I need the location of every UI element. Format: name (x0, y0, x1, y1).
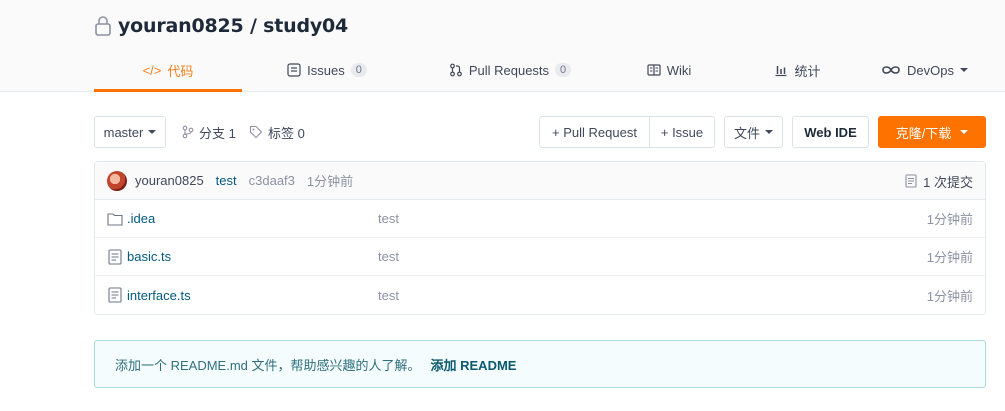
tab-label: 统计 (794, 63, 821, 79)
commits-icon (905, 174, 917, 188)
branches-label: 分支 1 (199, 125, 236, 141)
tags-link[interactable]: 标签 0 (249, 116, 305, 148)
tab-pull-requests[interactable]: Pull Requests 0 (412, 50, 608, 90)
file-commit-message[interactable]: test (378, 211, 399, 226)
branch-name: master (103, 124, 144, 140)
tab-label: DevOps (907, 62, 954, 78)
commit-sha[interactable]: c3daaf3 (249, 173, 295, 188)
commit-count-link[interactable]: 1 次提交 (905, 162, 973, 200)
issues-count-badge: 0 (350, 63, 367, 77)
lock-icon (95, 16, 111, 36)
branch-icon (182, 125, 194, 139)
folder-icon (107, 213, 123, 226)
chevron-down-icon (765, 130, 773, 134)
repo-toolbar: master 分支 1 标签 0 + Pull Request + Issue … (94, 116, 986, 148)
file-row[interactable]: basic.ts test 1分钟前 (95, 238, 985, 276)
file-name[interactable]: interface.ts (127, 288, 191, 303)
file-commit-time: 1分钟前 (926, 212, 973, 227)
tab-label: 代码 (167, 64, 194, 79)
new-pull-request-button[interactable]: + Pull Request (539, 116, 650, 148)
tab-label: Wiki (666, 62, 692, 78)
commit-author[interactable]: youran0825 (135, 173, 204, 188)
clone-download-button[interactable]: 克隆/下载 (878, 116, 986, 148)
file-commit-time: 1分钟前 (926, 288, 973, 304)
readme-tip-banner: 添加一个 README.md 文件，帮助感兴趣的人了解。 添加 README (94, 340, 986, 388)
chevron-down-icon (148, 130, 157, 134)
file-menu-label: 文件 (733, 125, 760, 141)
chevron-down-icon (959, 68, 968, 72)
clone-download-label: 克隆/下载 (895, 125, 952, 141)
issues-icon (287, 63, 301, 77)
commit-count-label: 1 次提交 (923, 174, 973, 190)
repo-title: youran0825 / study04 (94, 12, 348, 40)
repo-tabs: </> 代码 Issues 0 Pull Requests 0 Wiki 统计 … (94, 50, 984, 92)
pull-request-icon (449, 63, 462, 77)
web-ide-button[interactable]: Web IDE (792, 116, 869, 148)
tab-issues[interactable]: Issues 0 (242, 50, 412, 90)
latest-commit-bar: youran0825 test c3daaf3 1分钟前 1 次提交 (95, 162, 985, 200)
avatar[interactable] (107, 170, 127, 191)
branch-select[interactable]: master (94, 116, 166, 148)
new-issue-button[interactable]: + Issue (649, 116, 715, 148)
wiki-icon (647, 64, 661, 76)
tag-icon (249, 125, 263, 139)
chevron-down-icon (960, 130, 969, 134)
repo-header: youran0825 / study04 </> 代码 Issues 0 Pul… (0, 0, 1005, 92)
file-menu-button[interactable]: 文件 (724, 116, 783, 148)
tab-label: Issues (307, 62, 345, 78)
file-row[interactable]: interface.ts test 1分钟前 (95, 276, 985, 314)
commit-time: 1分钟前 (306, 174, 354, 189)
file-commit-time: 1分钟前 (926, 250, 973, 265)
pr-count-badge: 0 (555, 63, 572, 77)
branches-link[interactable]: 分支 1 (182, 116, 236, 148)
commit-message[interactable]: test (216, 173, 237, 188)
tags-label: 标签 0 (268, 125, 305, 141)
add-readme-link[interactable]: 添加 README (431, 355, 517, 374)
stats-icon (775, 66, 787, 77)
file-commit-message[interactable]: test (378, 249, 399, 264)
file-icon (108, 287, 122, 303)
file-icon (108, 249, 122, 265)
file-commit-message[interactable]: test (378, 288, 399, 303)
tab-code[interactable]: </> 代码 (94, 50, 242, 92)
code-icon: </> (142, 63, 162, 78)
file-row[interactable]: .idea test 1分钟前 (95, 200, 985, 238)
readme-tip-text: 添加一个 README.md 文件，帮助感兴趣的人了解。 (115, 357, 421, 373)
repo-name-link[interactable]: youran0825 / study04 (118, 15, 348, 37)
tab-label: Pull Requests (468, 62, 550, 78)
devops-icon (882, 66, 900, 74)
tab-devops[interactable]: DevOps (865, 50, 984, 90)
file-name[interactable]: basic.ts (127, 249, 171, 264)
tab-wiki[interactable]: Wiki (608, 50, 730, 90)
file-list: youran0825 test c3daaf3 1分钟前 1 次提交 .idea… (94, 161, 986, 315)
tab-stats[interactable]: 统计 (730, 50, 865, 90)
file-name[interactable]: .idea (127, 211, 155, 226)
